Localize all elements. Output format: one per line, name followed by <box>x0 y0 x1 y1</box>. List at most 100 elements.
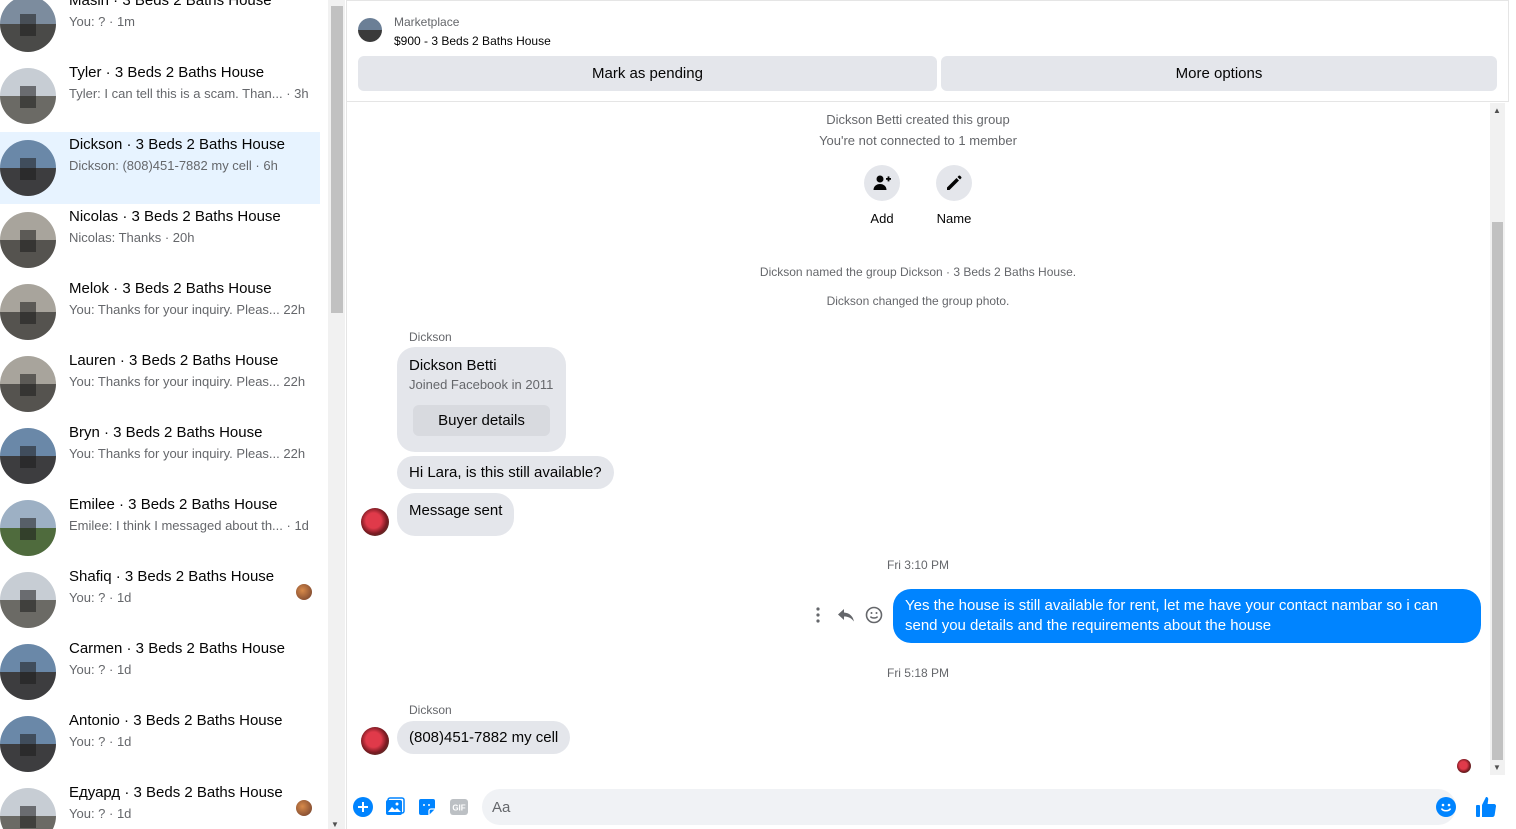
sidebar-scrollbar-thumb[interactable] <box>331 6 343 313</box>
conversation-name: Dickson · 3 Beds 2 Baths House <box>69 136 285 153</box>
conversation-item[interactable]: Carmen · 3 Beds 2 Baths House You: ? · 1d <box>0 636 320 708</box>
conversation-item[interactable]: Melok · 3 Beds 2 Baths House You: Thanks … <box>0 276 320 348</box>
message-composer: GIF <box>346 785 1509 829</box>
listing-thumbnail <box>0 788 56 829</box>
chat-scroll-up-arrow[interactable]: ▲ <box>1493 106 1501 115</box>
message-timestamp: Fri 3:10 PM <box>886 558 949 572</box>
conversation-name: Едуард · 3 Beds 2 Baths House <box>69 784 283 801</box>
add-member-action[interactable]: Add <box>852 165 912 226</box>
react-emoji-icon[interactable] <box>864 605 884 625</box>
participant-avatar <box>296 584 312 600</box>
conversation-name: Shafiq · 3 Beds 2 Baths House <box>69 568 275 585</box>
conversation-name: Tyler · 3 Beds 2 Baths House <box>69 64 265 81</box>
conversation-item[interactable]: Едуард · 3 Beds 2 Baths House You: ? · 1d <box>0 780 320 829</box>
group-named-notice: Dickson named the group Dickson · 3 Beds… <box>759 265 1077 279</box>
reply-icon[interactable] <box>836 605 856 625</box>
buyer-profile-card: Dickson Betti Joined Facebook in 2011 Bu… <box>397 347 566 452</box>
buyer-name: Dickson Betti <box>409 357 497 374</box>
add-label: Add <box>870 211 894 226</box>
listing-thumbnail <box>0 0 56 52</box>
chat-scrollbar-thumb[interactable] <box>1492 222 1503 760</box>
name-label: Name <box>936 211 972 226</box>
conversation-snippet: Emilee: I think I messaged about th... ·… <box>69 518 309 533</box>
listing-thumbnail <box>0 212 56 268</box>
chat-header: Marketplace $900 - 3 Beds 2 Baths House … <box>347 0 1509 102</box>
conversation-name: Masih · 3 Beds 2 Baths House <box>69 0 272 9</box>
conversation-snippet: Tyler: I can tell this is a scam. Than..… <box>69 86 309 101</box>
conversation-name: Lauren · 3 Beds 2 Baths House <box>69 352 279 369</box>
listing-thumbnail <box>0 356 56 412</box>
conversation-name: Emilee · 3 Beds 2 Baths House <box>69 496 278 513</box>
name-group-action[interactable]: Name <box>924 165 984 226</box>
thumbs-up-icon[interactable] <box>1474 796 1498 818</box>
conversation-item[interactable]: Lauren · 3 Beds 2 Baths House You: Thanks… <box>0 348 320 420</box>
listing-thumbnail <box>0 572 56 628</box>
conversation-snippet: You: ? · 1d <box>69 662 132 677</box>
conversation-snippet: Nicolas: Thanks · 20h <box>69 230 195 245</box>
photo-icon[interactable] <box>384 796 406 818</box>
buyer-details-button[interactable]: Buyer details <box>413 405 550 436</box>
sender-name: Dickson <box>409 703 452 717</box>
conversation-snippet: You: Thanks for your inquiry. Pleas... 2… <box>69 446 306 461</box>
sender-name: Dickson <box>409 330 452 344</box>
group-created-notice: Dickson Betti created this group <box>826 112 1010 127</box>
conversation-name: Melok · 3 Beds 2 Baths House <box>69 280 272 297</box>
conversation-name: Bryn · 3 Beds 2 Baths House <box>69 424 263 441</box>
chat-scroll-down-arrow[interactable]: ▼ <box>1493 763 1501 772</box>
conversation-snippet: You: ? · 1d <box>69 734 132 749</box>
more-options-button[interactable]: More options <box>941 56 1497 91</box>
sender-avatar[interactable] <box>361 727 389 755</box>
outgoing-message[interactable]: Yes the house is still available for ren… <box>893 589 1481 643</box>
seen-indicator-avatar <box>1457 759 1471 773</box>
more-vertical-icon[interactable] <box>808 605 828 625</box>
conversation-snippet: You: ? · 1d <box>69 806 132 821</box>
incoming-message[interactable]: Hi Lara, is this still available? <box>397 456 614 489</box>
conversation-snippet: Dickson: (808)451-7882 my cell · 6h <box>69 158 278 173</box>
listing-thumbnail <box>0 140 56 196</box>
conversation-snippet: You: Thanks for your inquiry. Pleas... 2… <box>69 374 306 389</box>
listing-thumbnail <box>0 500 56 556</box>
message-timestamp: Fri 5:18 PM <box>886 666 949 680</box>
listing-thumbnail <box>0 284 56 340</box>
not-connected-notice: You're not connected to 1 member <box>819 133 1017 148</box>
incoming-message[interactable]: Message sent <box>397 493 515 536</box>
add-person-icon[interactable] <box>864 165 900 201</box>
listing-thumbnail[interactable] <box>358 18 382 42</box>
message-actions <box>808 605 884 625</box>
participant-avatar <box>296 800 312 816</box>
conversation-name: Carmen · 3 Beds 2 Baths House <box>69 640 285 657</box>
incoming-message[interactable]: (808)451-7882 my cell <box>397 721 571 754</box>
sidebar-scroll-down-arrow[interactable]: ▼ <box>331 820 339 829</box>
conversation-item[interactable]: Emilee · 3 Beds 2 Baths House Emilee: I t… <box>0 492 320 564</box>
conversation-name: Nicolas · 3 Beds 2 Baths House <box>69 208 281 225</box>
mark-as-pending-button[interactable]: Mark as pending <box>358 56 937 91</box>
conversation-item[interactable]: Shafiq · 3 Beds 2 Baths House You: ? · 1d <box>0 564 320 636</box>
listing-thumbnail <box>0 644 56 700</box>
listing-thumbnail <box>0 716 56 772</box>
conversation-list: Masih · 3 Beds 2 Baths House You: ? · 1m T… <box>0 0 328 829</box>
emoji-icon[interactable] <box>1435 796 1457 818</box>
conversation-item[interactable]: Bryn · 3 Beds 2 Baths House You: Thanks f… <box>0 420 320 492</box>
sender-avatar[interactable] <box>361 508 389 536</box>
group-photo-notice: Dickson changed the group photo. <box>826 294 1010 308</box>
conversation-name: Antonio · 3 Beds 2 Baths House <box>69 712 283 729</box>
marketplace-label: Marketplace <box>394 15 460 29</box>
conversation-snippet: You: ? · 1m <box>69 14 136 29</box>
gif-icon[interactable]: GIF <box>448 796 470 818</box>
conversation-item[interactable]: Antonio · 3 Beds 2 Baths House You: ? · 1… <box>0 708 320 780</box>
conversation-snippet: You: Thanks for your inquiry. Pleas... 2… <box>69 302 306 317</box>
listing-thumbnail <box>0 428 56 484</box>
sticker-icon[interactable] <box>416 796 438 818</box>
plus-circle-icon[interactable] <box>352 796 374 818</box>
buyer-joined: Joined Facebook in 2011 <box>409 377 554 392</box>
conversation-item[interactable]: Nicolas · 3 Beds 2 Baths House Nicolas: T… <box>0 204 320 276</box>
listing-thumbnail <box>0 68 56 124</box>
conversation-item[interactable]: Masih · 3 Beds 2 Baths House You: ? · 1m <box>0 0 320 60</box>
conversation-item[interactable]: Dickson · 3 Beds 2 Baths House Dickson: (… <box>0 132 320 204</box>
pencil-icon[interactable] <box>936 165 972 201</box>
listing-title[interactable]: $900 - 3 Beds 2 Baths House <box>394 34 551 48</box>
conversation-item[interactable]: Tyler · 3 Beds 2 Baths House Tyler: I can… <box>0 60 320 132</box>
conversation-snippet: You: ? · 1d <box>69 590 132 605</box>
message-input[interactable] <box>482 789 1456 825</box>
svg-text:GIF: GIF <box>452 804 465 813</box>
